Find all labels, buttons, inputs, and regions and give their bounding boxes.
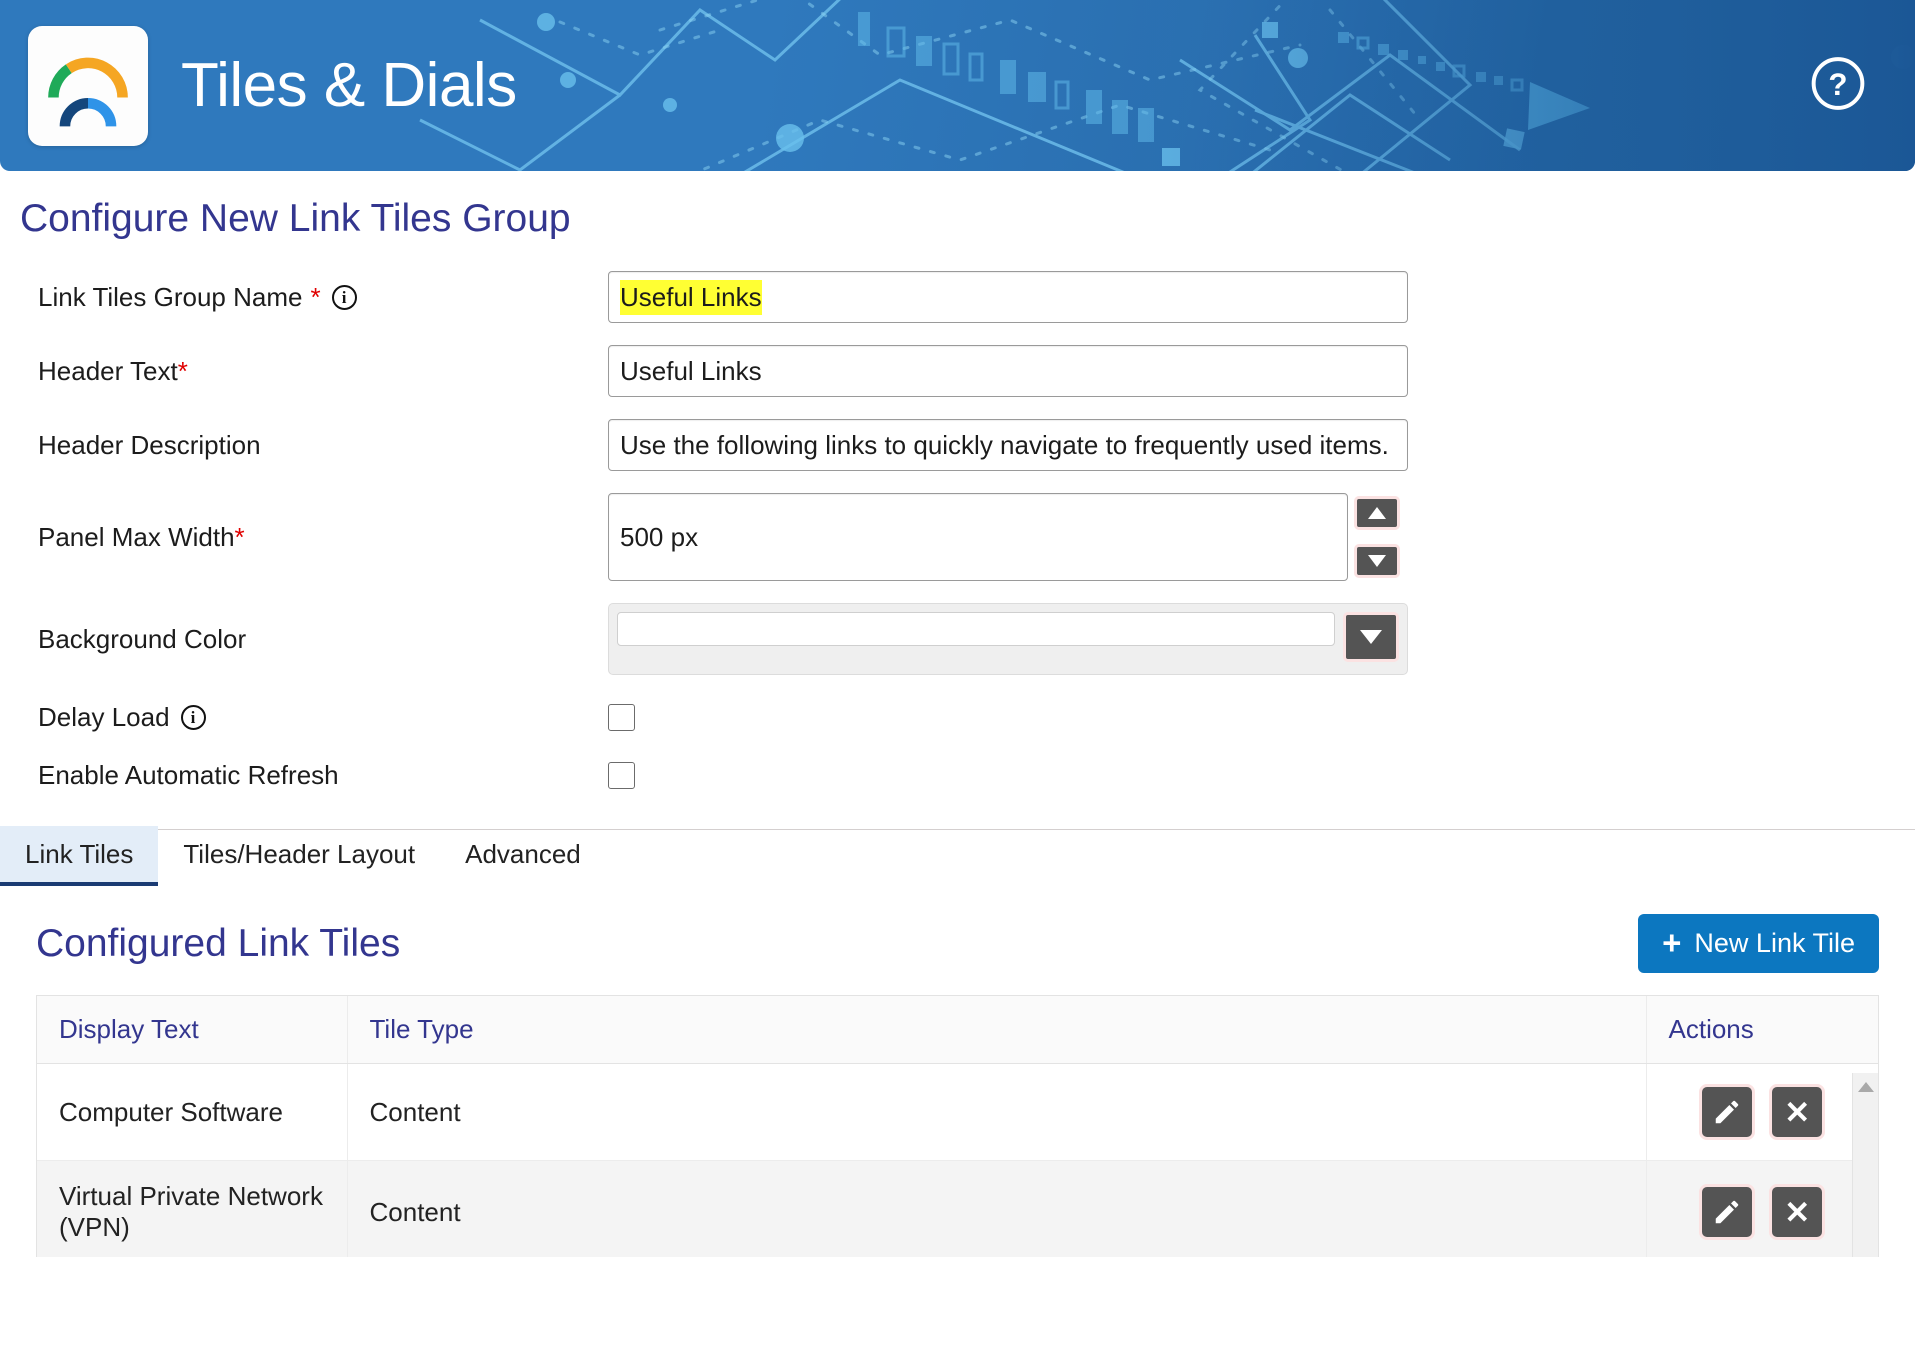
header-text-input-value: Useful Links [620, 355, 762, 386]
triangle-up-icon[interactable] [1354, 496, 1400, 530]
configuration-form: Link Tiles Group Name * i Useful Links H… [0, 271, 1915, 799]
field-row-auto-refresh: Enable Automatic Refresh [38, 751, 1915, 799]
field-row-delay-load: Delay Load i [38, 693, 1915, 741]
label-auto-refresh-text: Enable Automatic Refresh [38, 759, 339, 790]
label-delay-load: Delay Load i [38, 702, 608, 733]
required-asterisk: * [310, 281, 321, 312]
tab-link-tiles[interactable]: Link Tiles [0, 826, 159, 886]
cell-actions: ✕ [1646, 1160, 1878, 1257]
required-asterisk: * [177, 355, 188, 386]
control-group-name: Useful Links [608, 271, 1915, 323]
new-link-tile-button[interactable]: + New Link Tile [1638, 914, 1879, 973]
svg-text:?: ? [1828, 67, 1847, 102]
pencil-icon[interactable] [1699, 1184, 1756, 1240]
configured-link-tiles-section: Configured Link Tiles + New Link Tile Di… [0, 914, 1915, 1257]
scroll-up-arrow-icon[interactable] [1857, 1082, 1874, 1092]
section-header: Configured Link Tiles + New Link Tile [36, 914, 1879, 973]
page-title: Configure New Link Tiles Group [20, 197, 571, 240]
label-header-description-text: Header Description [38, 429, 261, 460]
group-name-input[interactable]: Useful Links [608, 271, 1408, 323]
table-vertical-scrollbar[interactable] [1852, 1073, 1878, 1257]
label-panel-max-width: Panel Max Width * [38, 522, 608, 553]
close-x-icon[interactable]: ✕ [1769, 1084, 1826, 1140]
info-circle-icon[interactable]: i [331, 284, 357, 310]
cell-tile-type: Content [347, 1063, 1647, 1161]
auto-refresh-checkbox[interactable] [608, 761, 635, 789]
row-action-buttons: ✕ [1669, 1084, 1857, 1140]
help-circle-icon[interactable]: ? [1809, 54, 1867, 117]
tab-bar: Link Tiles Tiles/Header Layout Advanced [0, 826, 1915, 886]
cell-actions: ✕ [1646, 1063, 1878, 1161]
cell-display-text: Virtual Private Network (VPN) [37, 1160, 348, 1257]
cell-tile-type: Content [347, 1160, 1647, 1257]
link-tiles-table-wrapper: Display Text Tile Type Actions Computer … [36, 995, 1879, 1257]
header-text-input[interactable]: Useful Links [608, 345, 1408, 397]
table-head: Display Text Tile Type Actions [37, 996, 1878, 1064]
field-row-group-name: Link Tiles Group Name * i Useful Links [38, 271, 1915, 323]
column-header-display-text[interactable]: Display Text [37, 996, 348, 1064]
table-header-row: Display Text Tile Type Actions [37, 996, 1878, 1064]
label-panel-max-width-text: Panel Max Width [38, 521, 235, 552]
app-logo [28, 25, 148, 146]
label-header-text: Header Text * [38, 356, 608, 387]
field-row-panel-max-width: Panel Max Width * 500 px [38, 493, 1915, 581]
required-asterisk: * [234, 521, 245, 552]
label-group-name-text: Link Tiles Group Name [38, 281, 303, 312]
panel-max-width-value: 500 px [620, 521, 699, 552]
panel-max-width-spinner: 500 px [608, 493, 1408, 581]
tab-tiles-header-layout[interactable]: Tiles/Header Layout [158, 826, 440, 886]
header-description-input[interactable]: Use the following links to quickly navig… [608, 419, 1408, 471]
table-row: Virtual Private Network (VPN) Content ✕ [37, 1160, 1878, 1257]
control-auto-refresh [608, 761, 1915, 789]
field-row-header-description: Header Description Use the following lin… [38, 419, 1915, 471]
plus-icon: + [1662, 924, 1682, 962]
gauge-dial-logo-icon [48, 57, 128, 127]
new-link-tile-button-label: New Link Tile [1694, 928, 1855, 958]
label-header-text-text: Header Text [38, 355, 178, 386]
row-action-buttons: ✕ [1669, 1184, 1857, 1240]
background-color-input[interactable] [617, 612, 1335, 646]
section-title: Configured Link Tiles [36, 921, 401, 965]
column-header-tile-type[interactable]: Tile Type [347, 996, 1647, 1064]
label-auto-refresh: Enable Automatic Refresh [38, 760, 608, 791]
link-tiles-table: Display Text Tile Type Actions Computer … [37, 996, 1878, 1257]
label-background-color: Background Color [38, 624, 608, 655]
control-header-text: Useful Links [608, 345, 1915, 397]
column-header-actions: Actions [1646, 996, 1878, 1064]
table-row: Computer Software Content ✕ [37, 1063, 1878, 1161]
label-group-name: Link Tiles Group Name * i [38, 282, 608, 313]
control-header-description: Use the following links to quickly navig… [608, 419, 1915, 471]
field-row-background-color: Background Color [38, 603, 1915, 675]
field-row-header-text: Header Text * Useful Links [38, 345, 1915, 397]
close-x-icon[interactable]: ✕ [1769, 1184, 1826, 1240]
control-background-color [608, 603, 1915, 675]
label-header-description: Header Description [38, 430, 608, 461]
table-body: Computer Software Content ✕ Virtual Priv… [37, 1063, 1878, 1257]
panel-max-width-input[interactable]: 500 px [608, 493, 1348, 581]
cell-display-text: Computer Software [37, 1063, 348, 1161]
spinner-buttons [1354, 493, 1408, 581]
label-background-color-text: Background Color [38, 623, 247, 654]
tab-advanced[interactable]: Advanced [440, 826, 606, 886]
control-delay-load [608, 703, 1915, 731]
app-title: Tiles & Dials [181, 51, 517, 120]
info-circle-icon[interactable]: i [180, 704, 206, 730]
app-header-banner: Tiles & Dials ? [0, 0, 1915, 171]
background-color-picker [608, 603, 1408, 675]
delay-load-checkbox[interactable] [608, 703, 635, 731]
header-description-input-value: Use the following links to quickly navig… [620, 429, 1389, 460]
group-name-input-value: Useful Links [620, 279, 762, 315]
chevron-down-icon[interactable] [1343, 612, 1399, 662]
pencil-icon[interactable] [1699, 1084, 1756, 1140]
label-delay-load-text: Delay Load [38, 701, 170, 732]
triangle-down-icon[interactable] [1354, 544, 1400, 578]
control-panel-max-width: 500 px [608, 493, 1915, 581]
